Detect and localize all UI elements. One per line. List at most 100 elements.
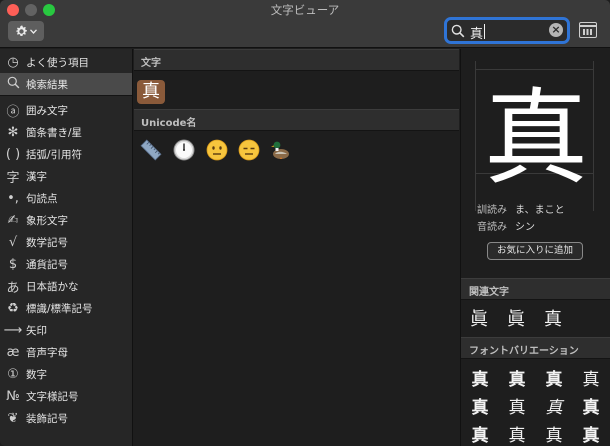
sidebar-divider <box>0 95 132 96</box>
punctuation-icon: •, <box>7 190 19 206</box>
sidebar-item-label: 音声字母 <box>26 346 68 359</box>
sidebar-item-label: 標識/標準記号 <box>26 302 93 315</box>
sidebar-item-label: 検索結果 <box>26 78 68 91</box>
font-variation-header: フォントバリエーション <box>461 337 610 359</box>
expressionless-face-icon[interactable] <box>238 139 260 161</box>
action-menu-button[interactable] <box>8 21 44 41</box>
sidebar-item-label: 囲み文字 <box>26 104 68 117</box>
large-glyph: 真 <box>483 77 588 199</box>
keyboard-viewer-button[interactable] <box>579 22 597 38</box>
neutral-face-icon[interactable] <box>206 139 228 161</box>
character-viewer-window: 文字ビューア 真 × ◷ よく使う項目 検索結果 ⓐ 囲み文字 ✻ 箇条書き/星 ( ) 括弧/… <box>0 0 610 446</box>
letter-a-circle-icon: ⓐ <box>6 104 20 120</box>
circled-one-icon: ① <box>7 366 19 382</box>
sidebar-item-label: 句読点 <box>26 192 58 205</box>
sidebar-item[interactable]: ♻ 標識/標準記号 <box>0 297 132 319</box>
sidebar-item[interactable]: ✍ 象形文字 <box>0 209 132 231</box>
font-variation-char[interactable]: 真 <box>504 421 530 446</box>
sidebar-item[interactable]: ( ) 括弧/引用符 <box>0 143 132 165</box>
category-sidebar: ◷ よく使う項目 検索結果 ⓐ 囲み文字 ✻ 箇条書き/星 ( ) 括弧/引用符字漢字 •, 句読点… <box>0 49 133 446</box>
sidebar-item[interactable]: № 文字様記号 <box>0 385 132 407</box>
related-char[interactable]: 眞 <box>470 305 488 331</box>
font-variation-char[interactable]: 真 <box>541 393 567 418</box>
window-title: 文字ビューア <box>270 3 340 17</box>
sidebar-item[interactable]: ✻ 箇条書き/星 <box>0 121 132 143</box>
font-variation-char[interactable]: 真 <box>541 421 567 446</box>
chevron-down-icon <box>30 28 37 34</box>
related-characters-header: 関連文字 <box>461 278 610 300</box>
section-title: フォントバリエーション <box>469 346 579 357</box>
results-pane: 文字 真 Unicode名 <box>134 49 459 446</box>
asterisk-icon: ✻ <box>7 124 19 140</box>
sidebar-item[interactable]: ⓐ 囲み文字 <box>0 99 132 121</box>
character-detail-panel: 真 訓読み ま、まこと 音読み シン お気に入りに追加 関連文字 眞 眞 真 フォン… <box>460 49 610 446</box>
sidebar-item[interactable]: あ日本語かな <box>0 275 132 297</box>
font-variation-char[interactable]: 真 <box>578 393 604 418</box>
clock-face-icon[interactable] <box>173 139 195 161</box>
pictograph-icon: ✍ <box>7 212 19 228</box>
font-variation-char[interactable]: 真 <box>541 365 567 390</box>
font-variation-char[interactable]: 真 <box>467 365 493 390</box>
sidebar-item[interactable]: ① 数字 <box>0 363 132 385</box>
reading-on: 音読み シン <box>477 218 535 233</box>
sidebar-item[interactable]: æ 音声字母 <box>0 341 132 363</box>
section-header-characters: 文字 <box>134 49 459 71</box>
reading-kun: 訓読み ま、まこと <box>477 201 565 216</box>
title-bar: 文字ビューア 真 × <box>0 0 610 48</box>
straight-ruler-icon[interactable] <box>140 139 162 161</box>
section-header-unicode-name: Unicode名 <box>134 109 459 131</box>
sidebar-item-label: 箇条書き/星 <box>26 126 83 139</box>
search-input[interactable]: 真 <box>470 23 483 42</box>
sidebar-item[interactable]: ⟶ 矢印 <box>0 319 132 341</box>
gear-icon <box>15 24 28 38</box>
section-title: Unicode名 <box>141 118 197 129</box>
sidebar-item-label: 象形文字 <box>26 214 68 227</box>
font-variation-char[interactable]: 真 <box>467 393 493 418</box>
ae-ligature-icon: æ <box>6 344 20 360</box>
recycle-icon: ♻ <box>7 300 19 316</box>
section-title: 関連文字 <box>469 287 509 298</box>
arrow-right-icon: ⟶ <box>3 322 23 338</box>
clock-icon: ◷ <box>7 54 19 70</box>
hiragana-a-icon: あ <box>6 280 20 296</box>
sidebar-item[interactable]: 検索結果 <box>0 73 132 95</box>
result-char-cell[interactable]: 真 <box>137 80 165 104</box>
heart-ornament-icon: ❦ <box>7 410 19 426</box>
reading-value: ま、まこと <box>515 205 565 216</box>
sidebar-item-label: よく使う項目 <box>26 56 89 69</box>
kanji-icon: 字 <box>6 170 20 186</box>
search-field[interactable]: 真 × <box>444 17 570 44</box>
font-variation-char[interactable]: 真 <box>504 393 530 418</box>
reading-label: 訓読み <box>477 205 507 216</box>
magnifier-icon <box>0 76 26 93</box>
square-root-icon: √ <box>8 234 18 250</box>
font-variation-char[interactable]: 真 <box>578 365 604 390</box>
sidebar-item[interactable]: •, 句読点 <box>0 187 132 209</box>
parentheses-icon: ( ) <box>5 146 21 162</box>
sidebar-item-label: 数字 <box>26 368 47 381</box>
font-variation-char[interactable]: 真 <box>578 421 604 446</box>
clear-search-button[interactable]: × <box>549 23 563 37</box>
dollar-icon: $ <box>8 256 18 272</box>
sidebar-item-label: 漢字 <box>26 170 47 183</box>
sidebar-item-label: 通貨記号 <box>26 258 68 271</box>
sidebar-item[interactable]: ◷ よく使う項目 <box>0 51 132 73</box>
reading-value: シン <box>515 222 535 233</box>
sidebar-item[interactable]: ❦ 装飾記号 <box>0 407 132 429</box>
sidebar-item[interactable]: $ 通貨記号 <box>0 253 132 275</box>
related-char[interactable]: 眞 <box>507 305 525 331</box>
font-variation-char[interactable]: 真 <box>504 365 530 390</box>
font-variation-char[interactable]: 真 <box>467 421 493 446</box>
related-char[interactable]: 真 <box>544 305 562 331</box>
sidebar-item[interactable]: 字漢字 <box>0 165 132 187</box>
sidebar-item-label: 装飾記号 <box>26 412 68 425</box>
add-to-favorites-button[interactable]: お気に入りに追加 <box>487 242 583 260</box>
sidebar-item-label: 括弧/引用符 <box>26 148 83 161</box>
reading-label: 音読み <box>477 222 507 233</box>
search-icon <box>451 24 465 41</box>
text-cursor <box>484 24 485 39</box>
duck-icon[interactable] <box>270 139 292 161</box>
sidebar-item-label: 文字様記号 <box>26 390 79 403</box>
sidebar-item[interactable]: √ 数学記号 <box>0 231 132 253</box>
sidebar-item-label: 数学記号 <box>26 236 68 249</box>
